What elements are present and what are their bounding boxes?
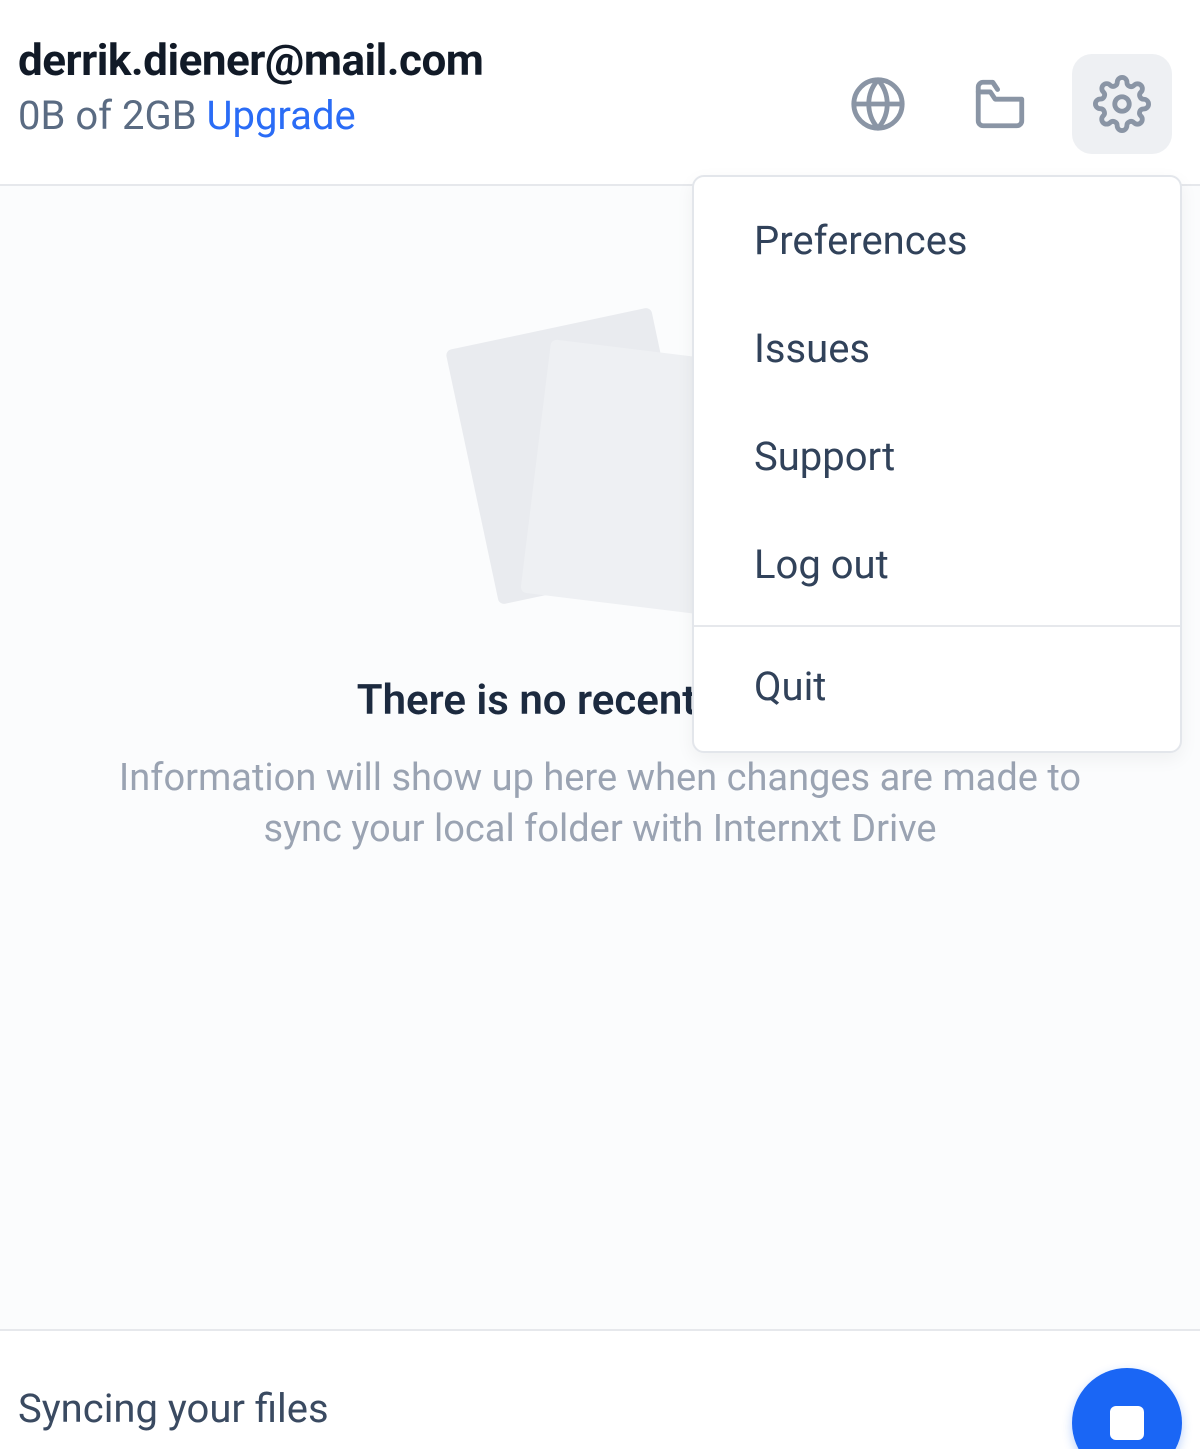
menu-divider [694,625,1180,627]
globe-icon [849,75,907,133]
menu-item-preferences[interactable]: Preferences [694,187,1180,295]
menu-item-support[interactable]: Support [694,403,1180,511]
stop-icon [1110,1406,1144,1440]
menu-item-issues[interactable]: Issues [694,295,1180,403]
settings-button[interactable] [1072,54,1172,154]
empty-state-description: Information will show up here when chang… [40,753,1160,856]
account-info: derrik.diener@mail.com 0B of 2GB Upgrade [18,34,483,139]
folder-button[interactable] [950,54,1050,154]
gear-icon [1093,75,1151,133]
globe-button[interactable] [828,54,928,154]
storage-of-text: of [75,92,112,139]
settings-dropdown: Preferences Issues Support Log out Quit [692,175,1182,753]
menu-item-quit[interactable]: Quit [694,633,1180,741]
account-email: derrik.diener@mail.com [18,34,483,86]
upgrade-link[interactable]: Upgrade [207,92,356,139]
header: derrik.diener@mail.com 0B of 2GB Upgrade [0,0,1200,186]
folder-icon [971,75,1029,133]
storage-used: 0B [18,92,65,139]
header-icon-group [828,54,1172,154]
footer: Syncing your files [0,1329,1200,1449]
app-window: derrik.diener@mail.com 0B of 2GB Upgrade [0,0,1200,1449]
sync-status-text: Syncing your files [18,1385,329,1432]
stop-sync-button[interactable] [1072,1368,1182,1449]
storage-total-text: 2GB [122,92,197,139]
menu-item-logout[interactable]: Log out [694,511,1180,619]
storage-line: 0B of 2GB Upgrade [18,92,483,139]
